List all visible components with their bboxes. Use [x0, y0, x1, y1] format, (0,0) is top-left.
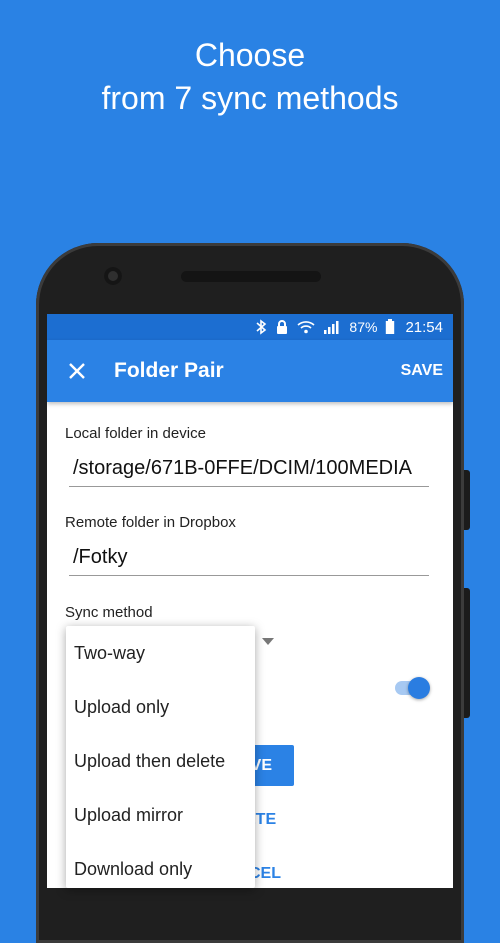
promo-line-1: Choose: [194, 37, 306, 73]
sync-method-dropdown-arrow[interactable]: [262, 638, 274, 645]
promo-headline: Choose from 7 sync methods: [0, 34, 500, 120]
sync-method-label: Sync method: [65, 604, 153, 621]
menu-item-upload-mirror[interactable]: Upload mirror: [66, 788, 255, 842]
menu-item-upload-then-delete[interactable]: Upload then delete: [66, 734, 255, 788]
phone-volume-button: [464, 588, 470, 718]
remote-folder-field[interactable]: /Fotky: [69, 540, 429, 576]
local-folder-field[interactable]: /storage/671B-0FFE/DCIM/100MEDIA: [69, 451, 429, 487]
app-bar: Folder Pair SAVE: [47, 340, 453, 402]
front-camera: [104, 267, 122, 285]
close-button[interactable]: [47, 362, 107, 380]
close-icon: [69, 363, 85, 379]
local-folder-label: Local folder in device: [65, 425, 206, 442]
menu-item-upload-only[interactable]: Upload only: [66, 680, 255, 734]
clock: 21:54: [405, 318, 443, 336]
status-bar: 87% 21:54: [47, 314, 453, 340]
remote-folder-label: Remote folder in Dropbox: [65, 514, 236, 531]
earpiece-speaker: [181, 271, 321, 282]
folder-pair-form: Local folder in device /storage/671B-0FF…: [47, 402, 453, 621]
battery-level: 87%: [349, 319, 378, 335]
signal-icon: [323, 320, 341, 334]
sync-method-menu: Two-way Upload only Upload then delete U…: [66, 626, 255, 888]
alarm-lock-icon: [275, 319, 289, 335]
promo-line-2: from 7 sync methods: [101, 80, 399, 116]
toggle-thumb: [408, 677, 430, 699]
menu-item-download-only[interactable]: Download only: [66, 842, 255, 888]
page-title: Folder Pair: [114, 359, 224, 382]
save-button[interactable]: SAVE: [401, 362, 453, 380]
phone-power-button: [464, 470, 470, 530]
menu-item-two-way[interactable]: Two-way: [66, 626, 255, 680]
wifi-icon: [297, 320, 315, 334]
bluetooth-icon: [255, 319, 267, 335]
battery-icon: [385, 319, 395, 335]
